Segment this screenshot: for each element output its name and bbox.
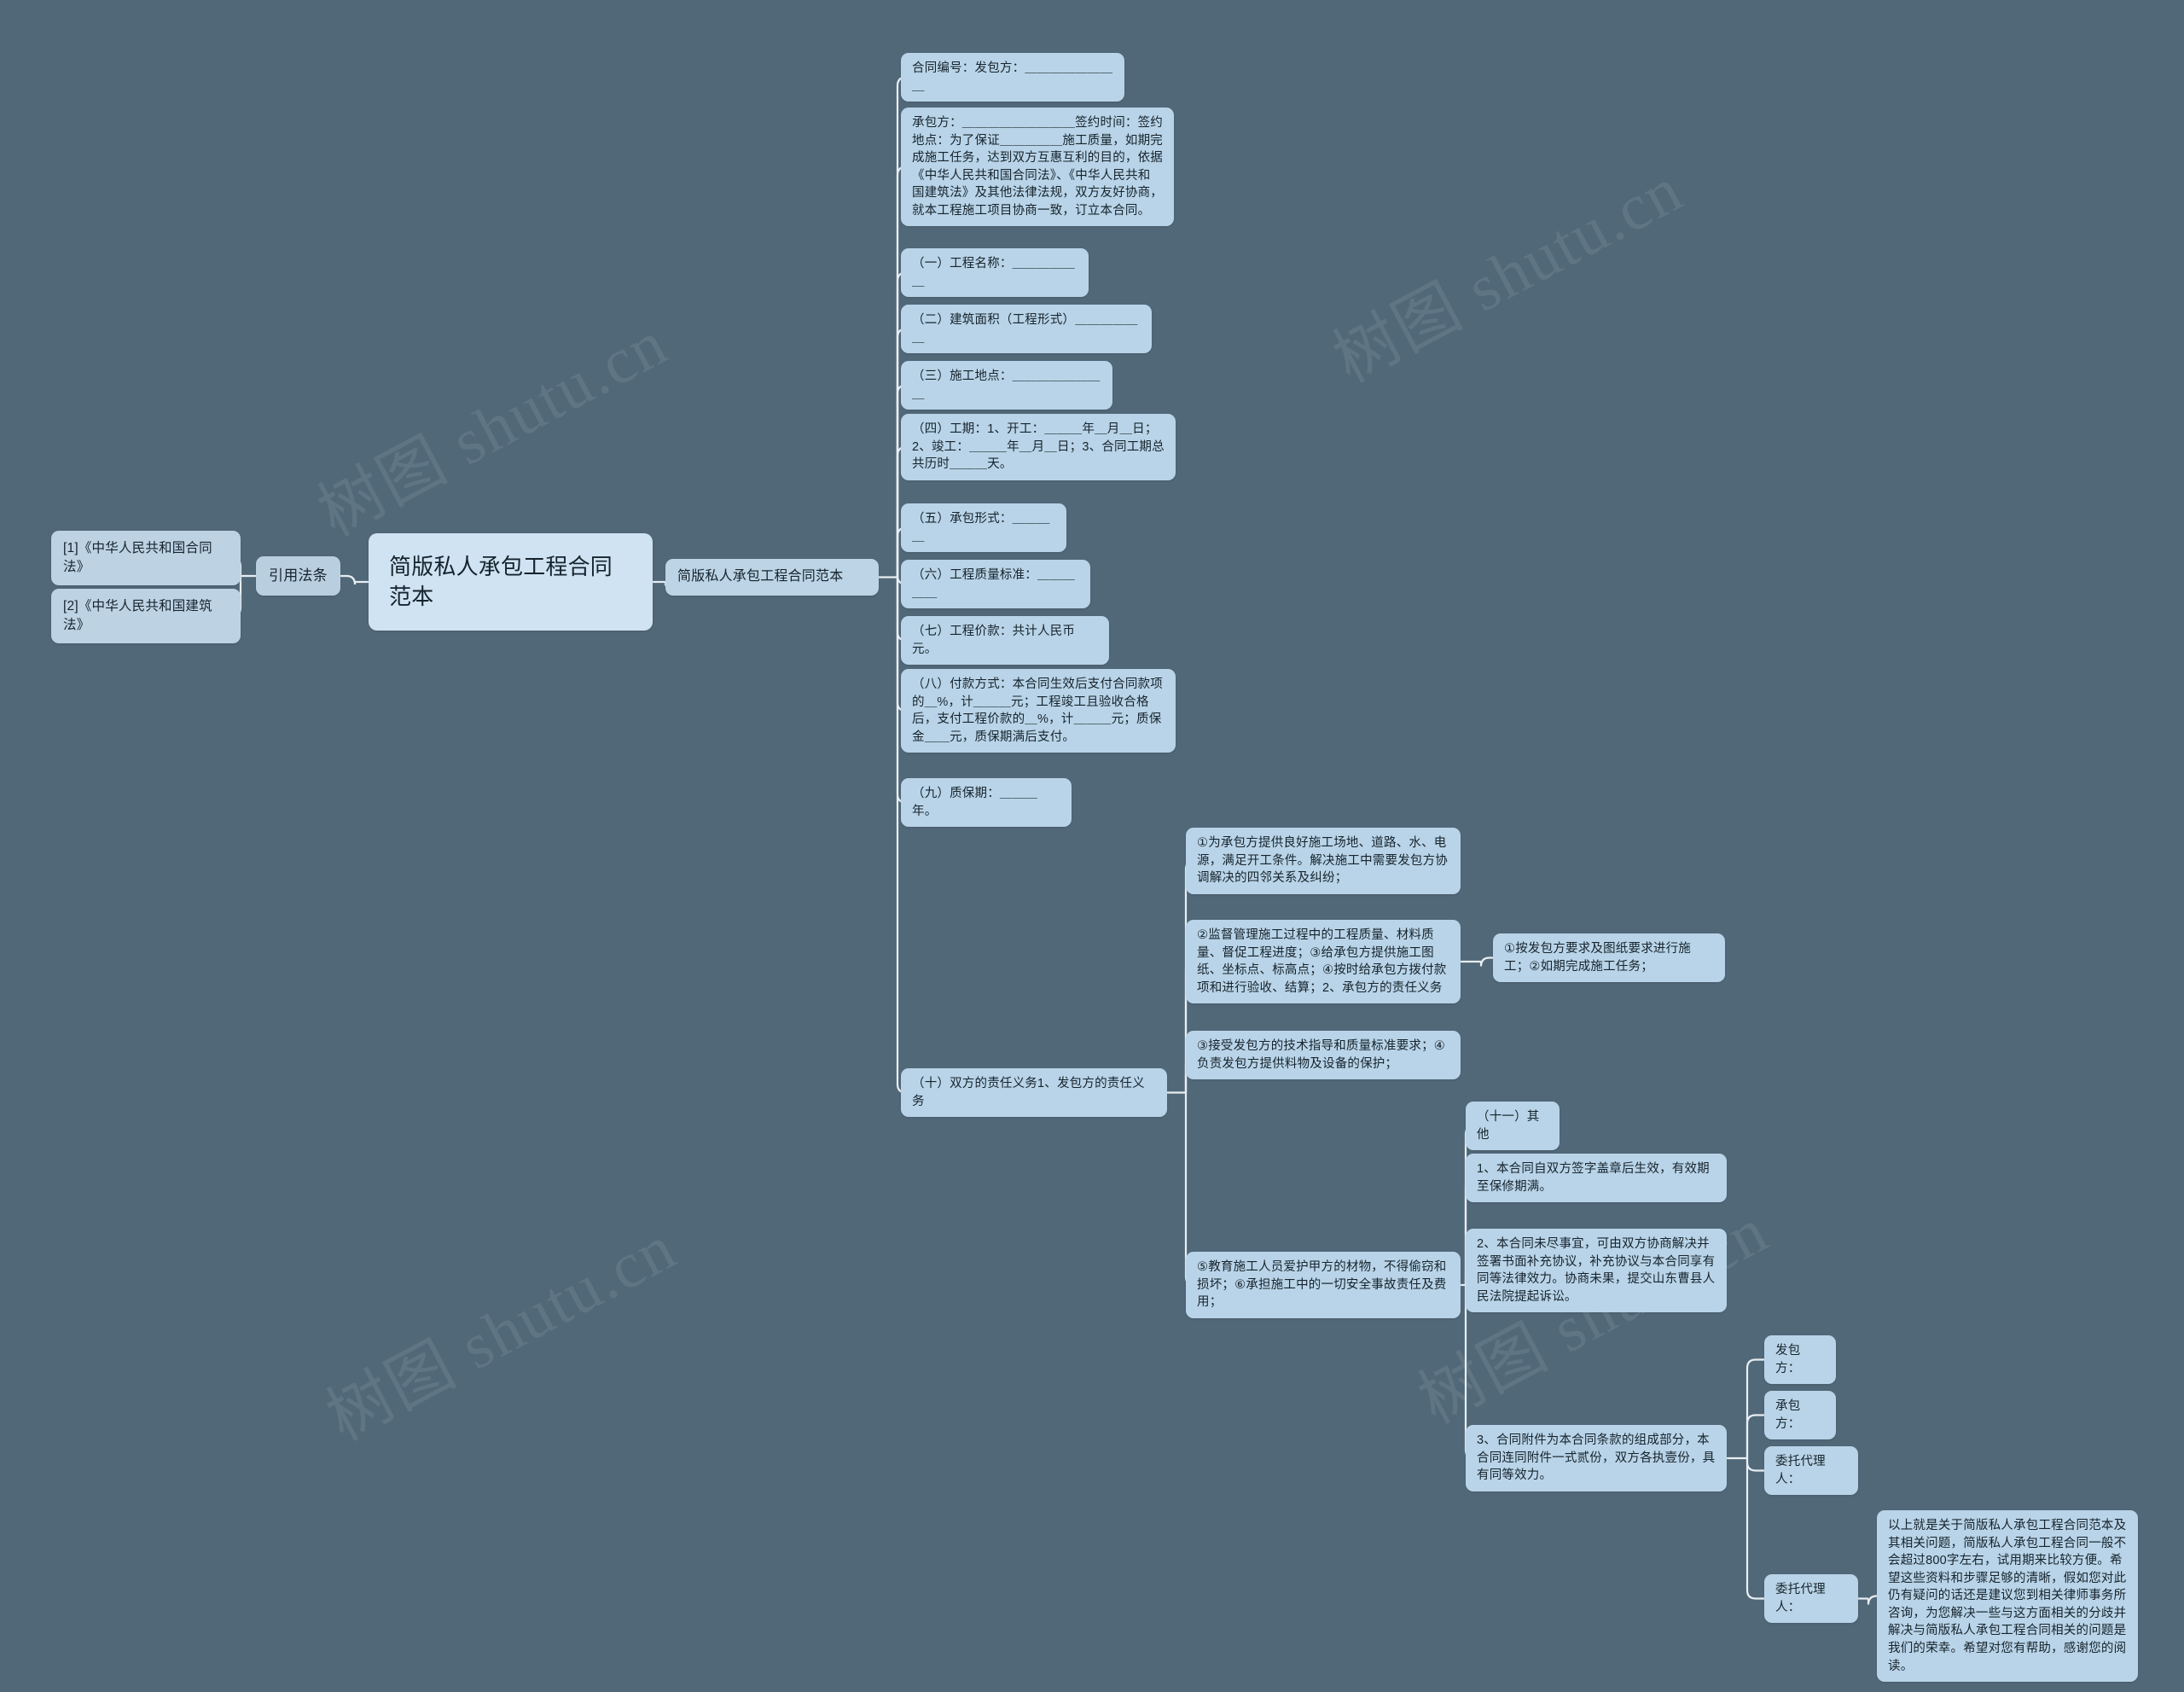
clause-node-project-name[interactable]: （一）工程名称：＿＿＿＿＿＿ xyxy=(901,248,1089,298)
reference-node-1[interactable]: [1]《中华人民共和国合同法》 xyxy=(51,531,241,585)
clause-node-preamble[interactable]: 承包方：＿＿＿＿＿＿＿＿＿签约时间：签约地点：为了保证＿＿＿＿＿施工质量，如期完… xyxy=(901,108,1174,227)
root-node[interactable]: 简版私人承包工程合同范本 xyxy=(369,533,653,631)
clause-node-duties[interactable]: （十）双方的责任义务1、发包方的责任义务 xyxy=(901,1068,1167,1118)
watermark: 树图 shutu.cn xyxy=(316,1211,688,1455)
other-node-1[interactable]: 1、本合同自双方签字盖章后生效，有效期至保修期满。 xyxy=(1466,1154,1727,1203)
clause-node-quality-standard[interactable]: （六）工程质量标准：＿＿＿＿＿ xyxy=(901,560,1090,609)
clause-node-contract-number[interactable]: 合同编号：发包方：＿＿＿＿＿＿＿＿ xyxy=(901,53,1124,102)
clause-node-building-area[interactable]: （二）建筑面积（工程形式）＿＿＿＿＿＿ xyxy=(901,305,1152,354)
signature-node-agent-2[interactable]: 委托代理人： xyxy=(1764,1574,1858,1624)
reference-node-2[interactable]: [2]《中华人民共和国建筑法》 xyxy=(51,589,241,643)
duty-node-3[interactable]: ③接受发包方的技术指导和质量标准要求；④负责发包方提供料物及设备的保护； xyxy=(1186,1031,1461,1080)
clause-node-contract-form[interactable]: （五）承包形式：＿＿＿＿ xyxy=(901,503,1066,553)
other-node-3[interactable]: 3、合同附件为本合同条款的组成部分，本合同连同附件一式贰份，双方各执壹份，具有同… xyxy=(1466,1425,1727,1491)
other-node-2[interactable]: 2、本合同未尽事宜，可由双方协商解决并签署书面补充协议，补充协议与本合同享有同等… xyxy=(1466,1229,1727,1313)
watermark: 树图 shutu.cn xyxy=(1322,153,1694,397)
signature-node-employer[interactable]: 发包方： xyxy=(1764,1335,1836,1385)
clause-node-duration[interactable]: （四）工期：1、开工：＿＿＿年＿月＿日；2、竣工：＿＿＿年＿月＿日；3、合同工期… xyxy=(901,414,1176,480)
closing-node[interactable]: 以上就是关于简版私人承包工程合同范本及其相关问题，简版私人承包工程合同一般不会超… xyxy=(1877,1510,2138,1683)
clause-node-payment[interactable]: （八）付款方式：本合同生效后支付合同款项的＿%，计＿＿＿元；工程竣工且验收合格后… xyxy=(901,669,1176,753)
signature-node-agent-1[interactable]: 委托代理人： xyxy=(1764,1446,1858,1496)
duty-node-1[interactable]: ①为承包方提供良好施工场地、道路、水、电源，满足开工条件。解决施工中需要发包方协… xyxy=(1186,828,1461,894)
signature-node-contractor[interactable]: 承包方： xyxy=(1764,1391,1836,1440)
duty-node-4[interactable]: ⑤教育施工人员爱护甲方的材物，不得偷窃和损坏；⑥承担施工中的一切安全事故责任及费… xyxy=(1186,1252,1461,1318)
clause-node-price[interactable]: （七）工程价款：共计人民币元。 xyxy=(901,616,1109,666)
generated-connector-layer xyxy=(231,76,1878,1605)
watermark: 树图 shutu.cn xyxy=(307,306,679,550)
branch-node-main[interactable]: 简版私人承包工程合同范本 xyxy=(665,559,879,596)
contractor-duty-node[interactable]: ①按发包方要求及图纸要求进行施工；②如期完成施工任务； xyxy=(1493,933,1725,983)
duty-node-2[interactable]: ②监督管理施工过程中的工程质量、材料质量、督促工程进度；③给承包方提供施工图纸、… xyxy=(1186,920,1461,1004)
clause-node-site[interactable]: （三）施工地点：＿＿＿＿＿＿＿＿ xyxy=(901,361,1112,410)
mindmap-canvas: 树图 shutu.cn 树图 shutu.cn 树图 shutu.cn 树图 s… xyxy=(0,0,2184,1692)
branch-node-citations[interactable]: 引用法条 xyxy=(256,556,340,596)
other-node-title[interactable]: （十一）其他 xyxy=(1466,1102,1560,1151)
clause-node-warranty[interactable]: （九）质保期：＿＿＿年。 xyxy=(901,778,1072,828)
